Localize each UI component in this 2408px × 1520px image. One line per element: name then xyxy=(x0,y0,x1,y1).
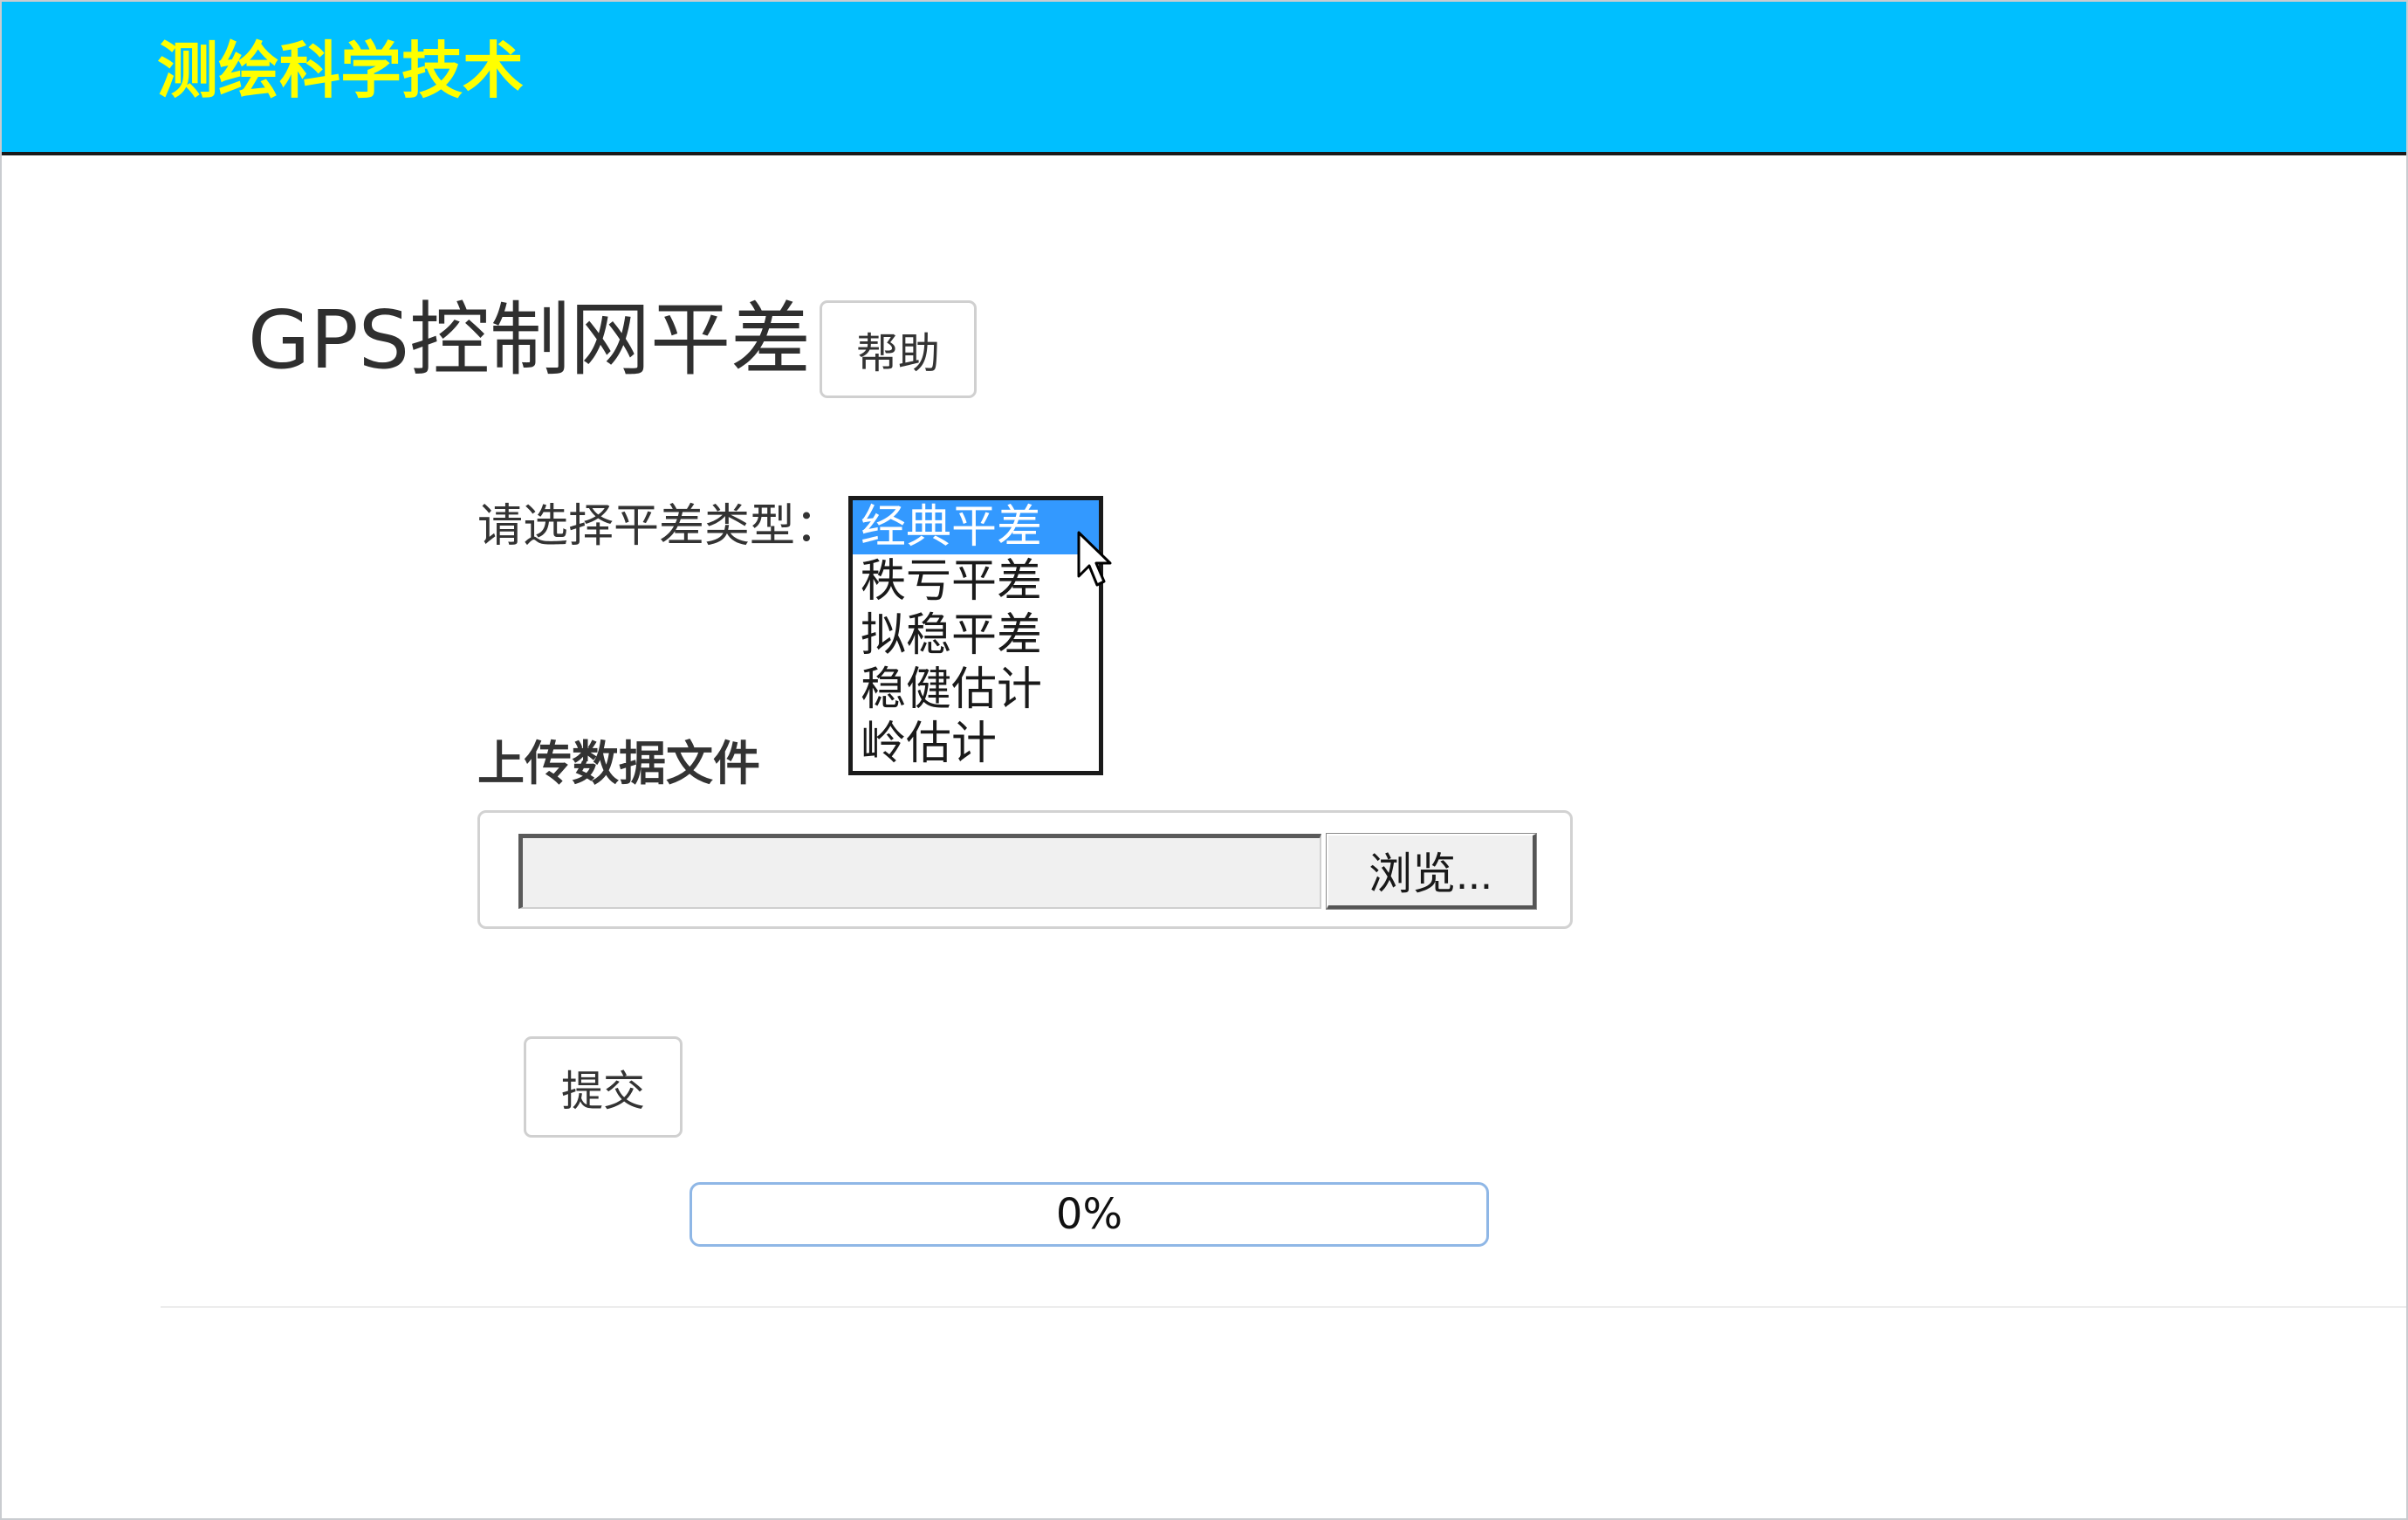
listbox-option-classic[interactable]: 经典平差 xyxy=(853,500,1099,554)
adjustment-type-label: 请选择平差类型： xyxy=(477,500,841,553)
browse-button[interactable]: 浏览... xyxy=(1326,833,1537,910)
listbox-option-quasi-stable[interactable]: 拟稳平差 xyxy=(853,609,1099,663)
top-header-bar: 测绘科学技术 xyxy=(2,2,2406,155)
listbox-option-rank-deficient[interactable]: 秩亏平差 xyxy=(853,554,1099,609)
listbox-option-ridge-estimation[interactable]: 岭估计 xyxy=(853,717,1099,771)
upload-data-file-label: 上传数据文件 xyxy=(477,736,760,791)
upload-panel: 浏览... xyxy=(477,810,1573,929)
help-button[interactable]: 帮助 xyxy=(820,300,977,398)
content-divider xyxy=(161,1306,2406,1308)
progress-text: 0% xyxy=(1055,1190,1123,1239)
submit-button[interactable]: 提交 xyxy=(524,1036,683,1138)
mouse-pointer-icon xyxy=(1077,531,1112,587)
app-window: 测绘科学技术 GPS控制网平差 帮助 请选择平差类型： 经典平差 秩亏平差 拟稳… xyxy=(0,0,2408,1520)
upload-progress-bar: 0% xyxy=(689,1182,1489,1247)
adjustment-type-listbox[interactable]: 经典平差 秩亏平差 拟稳平差 稳健估计 岭估计 xyxy=(848,496,1103,775)
brand-title[interactable]: 测绘科学技术 xyxy=(157,40,524,101)
file-path-input[interactable] xyxy=(518,834,1321,909)
page-title: GPS控制网平差 xyxy=(248,293,812,387)
listbox-option-robust-estimation[interactable]: 稳健估计 xyxy=(853,663,1099,717)
